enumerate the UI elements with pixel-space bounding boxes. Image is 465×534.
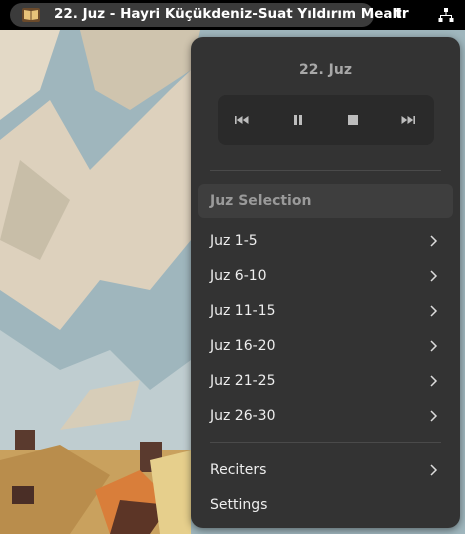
- separator: [210, 442, 441, 443]
- chevron-right-icon: [430, 305, 438, 317]
- chevron-right-icon: [430, 464, 438, 476]
- chevron-right-icon: [430, 340, 438, 352]
- chevron-right-icon: [430, 410, 438, 422]
- menu-item-label: Juz 21-25: [210, 373, 276, 389]
- active-app-indicator[interactable]: 22. Juz - Hayri Küçükdeniz-Suat Yıldırım…: [10, 3, 402, 27]
- playback-controls: [218, 95, 434, 145]
- menu-item-label: Juz 26-30: [210, 408, 276, 424]
- reciters-label: Reciters: [210, 462, 267, 478]
- chevron-right-icon: [430, 235, 438, 247]
- reciters-submenu[interactable]: Reciters: [198, 453, 453, 487]
- stop-icon[interactable]: [345, 112, 361, 128]
- skip-next-icon[interactable]: [400, 112, 416, 128]
- chevron-right-icon: [430, 270, 438, 282]
- juz-26-30-submenu[interactable]: Juz 26-30: [198, 399, 453, 433]
- juz-selection-label: Juz Selection: [210, 193, 312, 209]
- menu-item-label: Juz 1-5: [210, 233, 258, 249]
- chevron-right-icon: [430, 375, 438, 387]
- skip-previous-icon[interactable]: [234, 112, 250, 128]
- top-bar: 22. Juz - Hayri Küçükdeniz-Suat Yıldırım…: [0, 0, 465, 30]
- juz-6-10-submenu[interactable]: Juz 6-10: [198, 259, 453, 293]
- current-juz-title: 22. Juz: [299, 62, 352, 78]
- juz-21-25-submenu[interactable]: Juz 21-25: [198, 364, 453, 398]
- network-wired-icon[interactable]: [438, 7, 454, 23]
- settings-label: Settings: [210, 497, 268, 513]
- settings-item[interactable]: Settings: [198, 488, 453, 522]
- menu-item-label: Juz 16-20: [210, 338, 276, 354]
- pause-icon[interactable]: [290, 112, 306, 128]
- juz-1-5-submenu[interactable]: Juz 1-5: [198, 224, 453, 258]
- keyboard-language-indicator[interactable]: tr: [395, 6, 409, 22]
- app-title: 22. Juz - Hayri Küçükdeniz-Suat Yıldırım…: [54, 6, 402, 22]
- open-book-icon: [22, 8, 40, 22]
- menu-item-label: Juz 6-10: [210, 268, 267, 284]
- juz-selection-header: Juz Selection: [198, 184, 453, 218]
- separator: [210, 170, 441, 171]
- quran-player-menu: 22. Juz Juz Selection Juz 1-5 Juz 6-10 J…: [191, 37, 460, 528]
- menu-item-label: Juz 11-15: [210, 303, 276, 319]
- juz-11-15-submenu[interactable]: Juz 11-15: [198, 294, 453, 328]
- juz-16-20-submenu[interactable]: Juz 16-20: [198, 329, 453, 363]
